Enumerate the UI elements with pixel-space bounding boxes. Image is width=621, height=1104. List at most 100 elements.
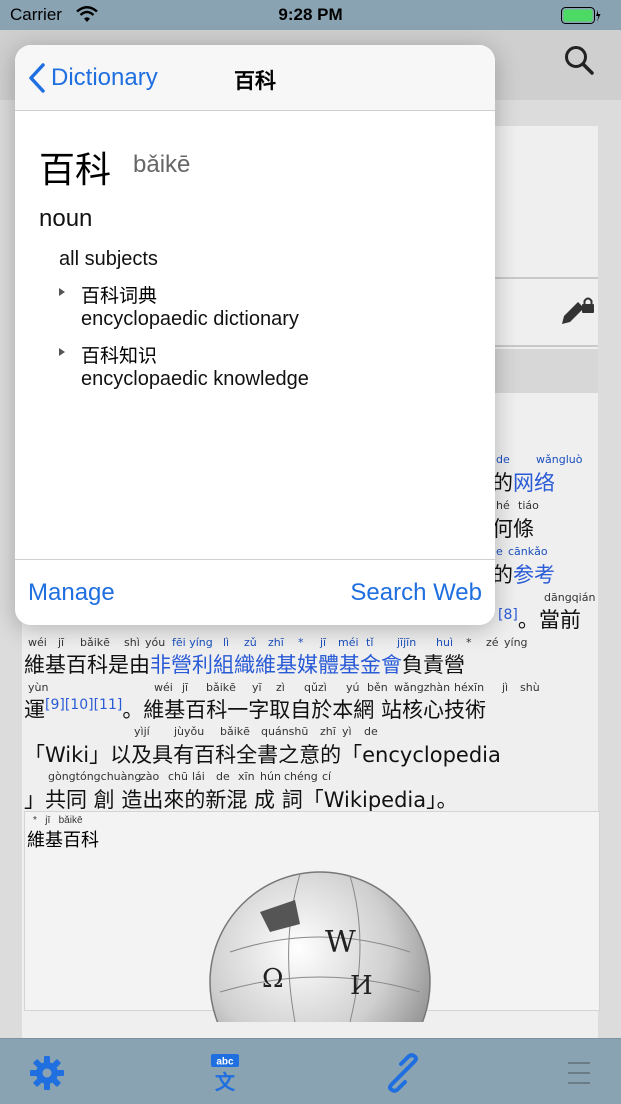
- pinyin: běn: [367, 681, 388, 694]
- pinyin: héxīn: [454, 681, 485, 694]
- pinyin: shù: [520, 681, 540, 694]
- pinyin: jī: [58, 636, 65, 649]
- pinyin: zào: [140, 770, 160, 783]
- pinyin: tiáo: [518, 499, 539, 512]
- figure-title: 維基百科: [27, 830, 99, 851]
- pinyin: yóu: [145, 636, 166, 649]
- article-text: 的参考: [492, 563, 555, 587]
- pinyin: hé: [496, 499, 510, 512]
- battery-icon: [561, 7, 601, 24]
- status-bar: Carrier 9:28 PM: [0, 0, 621, 30]
- article-text: 何條: [492, 517, 534, 541]
- pinyin: shì: [124, 636, 140, 649]
- pinyin: wéi: [28, 636, 47, 649]
- link-reference[interactable]: 参考: [513, 563, 555, 587]
- bottom-toolbar: abc 文: [0, 1038, 621, 1104]
- svg-text:abc: abc: [216, 1057, 234, 1068]
- pinyin: wǎngzhàn: [394, 681, 451, 694]
- pinyin: *: [298, 636, 304, 649]
- pinyin: zǔ: [244, 636, 257, 649]
- search-icon[interactable]: [563, 44, 595, 76]
- article-figure: * jī bǎikē 維基百科 W Ω И: [24, 811, 600, 1022]
- headword: 百科: [39, 150, 112, 191]
- pinyin: yì: [342, 725, 352, 738]
- pinyin: gòngtóngchuàng: [48, 770, 142, 783]
- subentry-english: encyclopaedic knowledge: [81, 368, 309, 390]
- article-text: 」共同 創 造出來的新混 成 詞「Wikipedia」。: [24, 788, 458, 812]
- article-text: 維基百科是由非營利組織維基媒體基金會負責營: [24, 653, 465, 677]
- pinyin: wéi: [154, 681, 173, 694]
- pinyin: chū: [168, 770, 188, 783]
- pinyin: yìjí: [134, 725, 150, 738]
- link-network[interactable]: 网络: [513, 471, 555, 495]
- link-wikimedia-foundation[interactable]: 非營利組織維基媒體基金會: [150, 653, 402, 677]
- svg-text:W: W: [325, 925, 356, 960]
- pinyin: yùn: [28, 681, 49, 694]
- pinyin: huì: [436, 636, 453, 649]
- pinyin: wǎngluò: [536, 453, 583, 466]
- subentry-hanzi: 百科知识: [81, 345, 158, 367]
- pinyin: fēi yíng: [172, 636, 213, 649]
- clock: 9:28 PM: [278, 5, 343, 24]
- dictionary-popover: Dictionary 百科 百科 bǎikē noun all subjects…: [15, 45, 495, 625]
- manage-button[interactable]: Manage: [28, 579, 115, 607]
- pinyin: chéng: [284, 770, 318, 783]
- figure-pinyin: * jī bǎikē: [33, 815, 83, 826]
- disclosure-triangle-icon: [59, 348, 65, 356]
- pinyin: jì: [502, 681, 509, 694]
- svg-text:文: 文: [215, 1070, 236, 1093]
- pinyin: méi: [338, 636, 359, 649]
- pinyin: bǎikē: [206, 681, 236, 694]
- pinyin: lái: [192, 770, 205, 783]
- subentry-english: encyclopaedic dictionary: [81, 308, 299, 330]
- menu-icon[interactable]: [558, 1053, 598, 1093]
- popover-footer: Manage Search Web: [15, 559, 495, 625]
- link-icon[interactable]: [383, 1053, 423, 1093]
- pinyin: de: [216, 770, 230, 783]
- pinyin: jùyǒu: [174, 725, 205, 738]
- wikipedia-globe-icon: W Ω И: [209, 871, 431, 1022]
- pinyin: e: [496, 545, 503, 558]
- popover-title: 百科: [234, 69, 276, 93]
- dictionary-icon[interactable]: abc 文: [205, 1053, 245, 1093]
- sense-definition: all subjects: [59, 248, 158, 270]
- pinyin: cānkǎo: [508, 545, 548, 558]
- pinyin: zé: [486, 636, 499, 649]
- pinyin: de: [364, 725, 378, 738]
- edit-lock-icon[interactable]: [560, 296, 596, 328]
- pinyin: de: [496, 453, 510, 466]
- pinyin: lì: [223, 636, 230, 649]
- pinyin: zhī: [320, 725, 336, 738]
- pinyin: yú: [346, 681, 360, 694]
- article-band: [495, 349, 598, 393]
- citation-link[interactable]: [8]: [498, 607, 518, 623]
- pinyin: cí: [322, 770, 332, 783]
- subentry-hanzi: 百科词典: [81, 285, 158, 307]
- disclosure-triangle-icon: [59, 288, 65, 296]
- pinyin: quánshū: [261, 725, 309, 738]
- pinyin: bǎikē: [220, 725, 250, 738]
- pinyin: jī: [320, 636, 327, 649]
- search-web-button[interactable]: Search Web: [350, 579, 482, 607]
- pinyin: yī: [252, 681, 262, 694]
- article-text: 「Wiki」以及具有百科全書之意的「encyclopedia: [24, 743, 501, 767]
- pinyin: *: [466, 636, 472, 649]
- pinyin: bǎikē: [80, 636, 110, 649]
- pinyin: zì: [276, 681, 285, 694]
- pinyin: xīn: [238, 770, 255, 783]
- article-text: 運[9][10][11]。維基百科一字取自於本網 站核心技術: [24, 697, 486, 722]
- part-of-speech: noun: [39, 205, 93, 232]
- pinyin: zhī: [268, 636, 284, 649]
- popover-nav-bar: Dictionary 百科: [15, 45, 495, 111]
- gear-icon[interactable]: [27, 1053, 67, 1093]
- pinyin: jī: [182, 681, 189, 694]
- pinyin: qǔzì: [304, 681, 327, 694]
- svg-text:Ω: Ω: [262, 964, 284, 994]
- pinyin: hún: [260, 770, 281, 783]
- pinyin: tǐ: [366, 636, 374, 649]
- citation-link[interactable]: [9][10][11]: [45, 697, 122, 713]
- svg-text:И: И: [350, 971, 373, 1001]
- article-text: 的网络: [492, 471, 555, 495]
- headword-pinyin: bǎikē: [133, 151, 191, 178]
- pinyin: jījīn: [397, 636, 417, 649]
